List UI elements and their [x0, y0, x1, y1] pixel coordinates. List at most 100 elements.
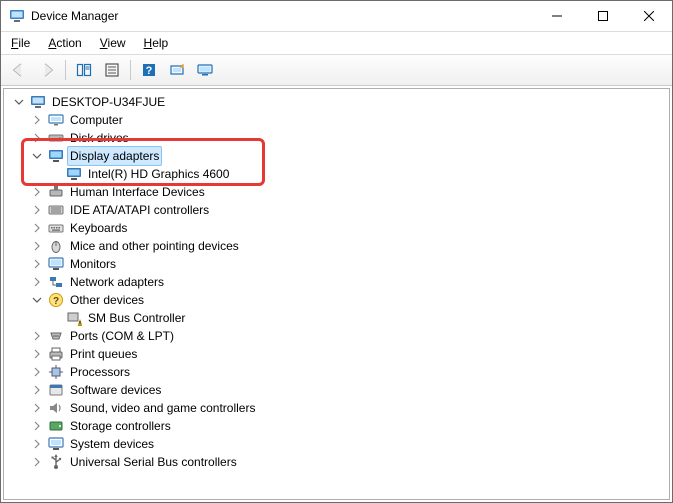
tree-label: Processors: [68, 363, 132, 381]
tree-label: Ports (COM & LPT): [68, 327, 176, 345]
tree-label: DESKTOP-U34FJUE: [50, 93, 167, 111]
tree-item-software[interactable]: Software devices: [30, 381, 667, 399]
chevron-down-icon[interactable]: [30, 149, 44, 163]
software-icon: [48, 382, 64, 398]
monitor-settings-button[interactable]: [191, 56, 219, 84]
titlebar: Device Manager: [1, 1, 672, 32]
properties-button[interactable]: [98, 56, 126, 84]
tree-label: Disk drives: [68, 129, 131, 147]
forward-button[interactable]: [33, 56, 61, 84]
tree-item-network[interactable]: Network adapters: [30, 273, 667, 291]
svg-text:?: ?: [53, 296, 59, 307]
minimize-button[interactable]: [534, 1, 580, 31]
tree-item-usb[interactable]: Universal Serial Bus controllers: [30, 453, 667, 471]
tree-root[interactable]: DESKTOP-U34FJUE: [12, 93, 667, 111]
tree-item-intel-hd-4600[interactable]: Intel(R) HD Graphics 4600: [48, 165, 667, 183]
tree-label: Monitors: [68, 255, 118, 273]
tree-item-processors[interactable]: Processors: [30, 363, 667, 381]
window-title: Device Manager: [31, 9, 534, 23]
unknown-device-warning-icon: !: [66, 310, 82, 326]
chevron-right-icon[interactable]: [30, 113, 44, 127]
chevron-right-icon[interactable]: [30, 131, 44, 145]
chevron-right-icon[interactable]: [30, 257, 44, 271]
tree-item-print-queues[interactable]: Print queues: [30, 345, 667, 363]
hid-icon: [48, 184, 64, 200]
chevron-down-icon[interactable]: [12, 95, 26, 109]
tree-item-other-devices[interactable]: ? Other devices: [30, 291, 667, 309]
computer-icon: [30, 94, 46, 110]
tree-item-disk-drives[interactable]: Disk drives: [30, 129, 667, 147]
chevron-right-icon[interactable]: [30, 347, 44, 361]
svg-text:!: !: [79, 321, 81, 326]
menu-file[interactable]: File: [7, 34, 34, 52]
menu-view[interactable]: View: [96, 34, 130, 52]
menu-action[interactable]: Action: [44, 34, 85, 52]
tree-item-hid[interactable]: Human Interface Devices: [30, 183, 667, 201]
tree-item-mice[interactable]: Mice and other pointing devices: [30, 237, 667, 255]
monitor-icon: [48, 256, 64, 272]
tree-label: Keyboards: [68, 219, 129, 237]
chevron-right-icon[interactable]: [30, 437, 44, 451]
close-button[interactable]: [626, 1, 672, 31]
tree-label: Other devices: [68, 291, 146, 309]
menu-help[interactable]: Help: [140, 34, 173, 52]
chevron-right-icon[interactable]: [30, 365, 44, 379]
chevron-down-icon[interactable]: [30, 293, 44, 307]
tree-label: Print queues: [68, 345, 139, 363]
system-icon: [48, 436, 64, 452]
printer-icon: [48, 346, 64, 362]
tree-label: IDE ATA/ATAPI controllers: [68, 201, 211, 219]
tree-label: Universal Serial Bus controllers: [68, 453, 239, 471]
help-button[interactable]: ?: [135, 56, 163, 84]
chevron-right-icon[interactable]: [30, 401, 44, 415]
tree-label: Computer: [68, 111, 125, 129]
back-button[interactable]: [5, 56, 33, 84]
menubar: File Action View Help: [1, 32, 672, 55]
tree-label: SM Bus Controller: [86, 309, 187, 327]
usb-icon: [48, 454, 64, 470]
scan-hardware-button[interactable]: [163, 56, 191, 84]
tree-item-system[interactable]: System devices: [30, 435, 667, 453]
ports-icon: [48, 328, 64, 344]
keyboard-icon: [48, 220, 64, 236]
app-icon: [9, 8, 25, 24]
mouse-icon: [48, 238, 64, 254]
display-adapter-icon: [48, 148, 64, 164]
tree-item-monitors[interactable]: Monitors: [30, 255, 667, 273]
chevron-right-icon[interactable]: [30, 239, 44, 253]
tree-label: System devices: [68, 435, 156, 453]
tree-label: Network adapters: [68, 273, 166, 291]
tree-item-display-adapters[interactable]: Display adapters: [30, 147, 667, 165]
tree-label: Storage controllers: [68, 417, 173, 435]
chevron-right-icon[interactable]: [30, 221, 44, 235]
chevron-right-icon[interactable]: [30, 185, 44, 199]
tree-label: Display adapters: [68, 147, 161, 165]
tree-item-sound[interactable]: Sound, video and game controllers: [30, 399, 667, 417]
disk-icon: [48, 130, 64, 146]
tree-label: Human Interface Devices: [68, 183, 207, 201]
ide-icon: [48, 202, 64, 218]
toolbar: ?: [1, 55, 672, 86]
chevron-right-icon[interactable]: [30, 419, 44, 433]
tree-label: Software devices: [68, 381, 163, 399]
device-manager-window: Device Manager File Action View Help: [0, 0, 673, 503]
maximize-button[interactable]: [580, 1, 626, 31]
tree-item-ports[interactable]: Ports (COM & LPT): [30, 327, 667, 345]
tree-item-storage[interactable]: Storage controllers: [30, 417, 667, 435]
device-tree-panel[interactable]: DESKTOP-U34FJUE Computer Disk drives: [3, 88, 670, 500]
tree-item-keyboards[interactable]: Keyboards: [30, 219, 667, 237]
tree-label: Mice and other pointing devices: [68, 237, 241, 255]
toolbar-separator: [65, 60, 66, 80]
chevron-right-icon[interactable]: [30, 275, 44, 289]
show-hide-console-button[interactable]: [70, 56, 98, 84]
network-icon: [48, 274, 64, 290]
chevron-right-icon[interactable]: [30, 203, 44, 217]
chevron-right-icon[interactable]: [30, 383, 44, 397]
device-tree: DESKTOP-U34FJUE Computer Disk drives: [6, 93, 667, 471]
chevron-right-icon[interactable]: [30, 329, 44, 343]
tree-label: Sound, video and game controllers: [68, 399, 257, 417]
tree-item-computer[interactable]: Computer: [30, 111, 667, 129]
tree-item-sm-bus[interactable]: ! SM Bus Controller: [48, 309, 667, 327]
chevron-right-icon[interactable]: [30, 455, 44, 469]
tree-item-ide[interactable]: IDE ATA/ATAPI controllers: [30, 201, 667, 219]
